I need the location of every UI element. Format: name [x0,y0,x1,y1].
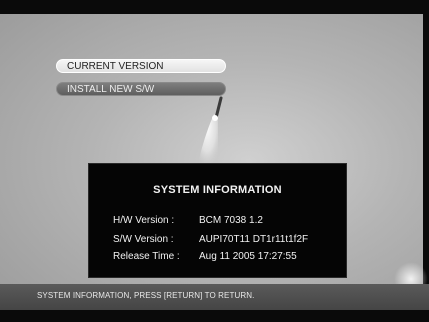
sw-version-value: AUPI70T11 DT1r11t1f2F [199,234,309,245]
bottom-black-bar [0,310,429,322]
sw-version-row: S/W Version : AUPI70T11 DT1r11t1f2F [113,234,308,246]
release-time-row: Release Time : Aug 11 2005 17:27:55 [113,251,297,263]
release-time-value: Aug 11 2005 17:27:55 [199,251,297,262]
system-information-panel: SYSTEM INFORMATION H/W Version : BCM 7038… [88,163,347,278]
sw-version-label: S/W Version : [113,234,174,245]
menu-item-current-version[interactable]: CURRENT VERSION [56,59,226,73]
status-bar: SYSTEM INFORMATION, PRESS [RETURN] TO RE… [0,284,429,310]
status-text: SYSTEM INFORMATION, PRESS [RETURN] TO RE… [37,291,255,300]
hw-version-row: H/W Version : BCM 7038 1.2 [113,215,263,227]
tv-screen: CURRENT VERSION INSTALL NEW S/W SYSTEM I… [0,0,429,322]
panel-title: SYSTEM INFORMATION [153,184,282,196]
release-time-label: Release Time : [113,251,180,262]
hw-version-value: BCM 7038 1.2 [199,215,263,226]
menu-item-install-new-sw[interactable]: INSTALL NEW S/W [56,82,226,96]
hw-version-label: H/W Version : [113,215,175,226]
top-black-bar [0,0,429,14]
